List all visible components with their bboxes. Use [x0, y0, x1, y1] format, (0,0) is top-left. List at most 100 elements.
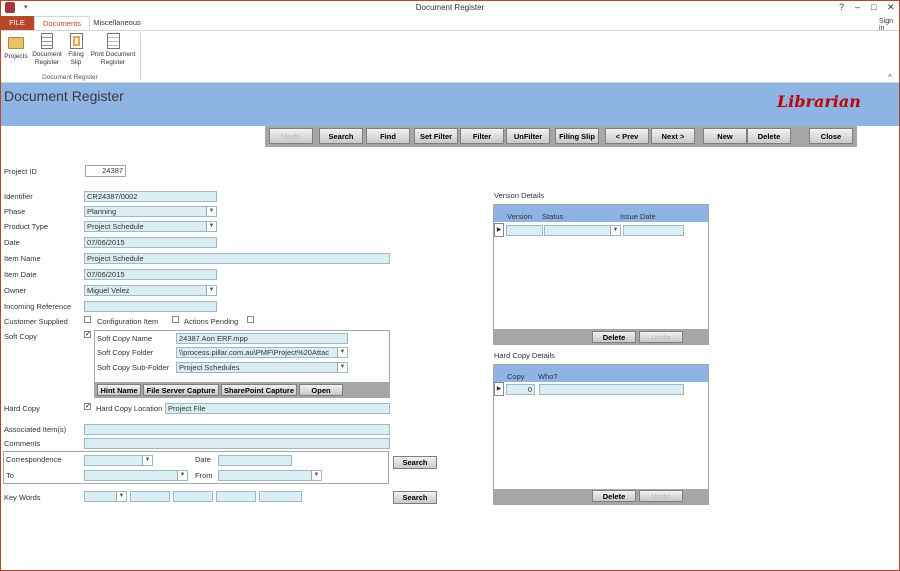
actions-pending-checkbox[interactable]: [247, 316, 254, 323]
maximize-button[interactable]: □: [871, 2, 876, 12]
item-name-label: Item Name: [4, 254, 41, 263]
file-server-capture-button[interactable]: File Server Capture: [143, 384, 219, 396]
set-filter-button[interactable]: Set Filter: [414, 128, 458, 144]
prev-button[interactable]: < Prev: [605, 128, 649, 144]
key-words-select[interactable]: ▼: [84, 491, 127, 502]
status-select[interactable]: ▼: [544, 225, 621, 236]
soft-copy-name-field[interactable]: 24387 Aon ERF.mpp: [176, 333, 348, 344]
filing-slip-label-2: Slip: [70, 59, 82, 66]
chevron-down-icon[interactable]: ▼: [177, 471, 187, 480]
close-form-button[interactable]: Close: [809, 128, 853, 144]
chevron-down-icon[interactable]: ▼: [311, 471, 321, 480]
hint-name-button[interactable]: Hint Name: [97, 384, 141, 396]
chevron-down-icon[interactable]: ▼: [337, 363, 347, 372]
key-word-field-1[interactable]: [130, 491, 170, 502]
who-field[interactable]: [539, 384, 684, 395]
chevron-down-icon[interactable]: ▼: [337, 348, 347, 357]
product-type-value: Project Schedule: [87, 222, 144, 231]
issue-date-column-header: Issue Date: [620, 212, 656, 221]
soft-copy-checkbox[interactable]: ✓: [84, 331, 91, 338]
owner-value: Miguel Velez: [87, 286, 130, 295]
collapse-ribbon-icon[interactable]: ^: [888, 73, 892, 82]
tab-documents[interactable]: Documents: [34, 16, 90, 30]
correspondence-select[interactable]: ▼: [84, 455, 153, 466]
key-word-field-2[interactable]: [173, 491, 213, 502]
record-toolbar: Undo Search Find Set Filter Filter UnFil…: [265, 126, 857, 147]
tab-file[interactable]: FILE: [0, 16, 34, 30]
sharepoint-capture-button[interactable]: SharePoint Capture: [221, 384, 297, 396]
hard-copy-location-field[interactable]: Project File: [165, 403, 390, 414]
document-register-button[interactable]: Document Register: [29, 33, 65, 67]
chevron-down-icon[interactable]: ▼: [206, 207, 216, 216]
identifier-label: Identifier: [4, 192, 33, 201]
hard-copy-undo-button[interactable]: Undo: [639, 490, 683, 502]
version-details-title: Version Details: [494, 191, 545, 200]
find-button[interactable]: Find: [366, 128, 410, 144]
delete-button[interactable]: Delete: [747, 128, 791, 144]
next-button[interactable]: Next >: [651, 128, 695, 144]
date-field[interactable]: 07/06/2015: [84, 237, 217, 248]
configuration-item-checkbox[interactable]: [172, 316, 179, 323]
key-word-field-3[interactable]: [216, 491, 256, 502]
owner-select[interactable]: Miguel Velez ▼: [84, 285, 217, 296]
open-button[interactable]: Open: [299, 384, 343, 396]
unfilter-button[interactable]: UnFilter: [506, 128, 550, 144]
undo-button[interactable]: Undo: [269, 128, 313, 144]
project-id-field[interactable]: 24387: [85, 165, 126, 177]
phase-value: Planning: [87, 207, 117, 216]
item-name-field[interactable]: Project Schedule: [84, 253, 390, 264]
close-button[interactable]: ✕: [887, 2, 895, 13]
key-word-field-4[interactable]: [259, 491, 302, 502]
projects-button[interactable]: Projects: [3, 33, 29, 61]
project-id-label: Project ID: [4, 167, 37, 176]
minimize-button[interactable]: –: [855, 2, 860, 12]
filing-slip-button[interactable]: Filing Slip: [66, 33, 86, 67]
version-delete-button[interactable]: Delete: [592, 331, 636, 343]
customer-supplied-checkbox[interactable]: [84, 316, 91, 323]
chevron-down-icon[interactable]: ▼: [610, 226, 620, 235]
new-button[interactable]: New: [703, 128, 747, 144]
filter-button[interactable]: Filter: [460, 128, 504, 144]
filing-slip-icon: [69, 33, 83, 49]
item-date-field[interactable]: 07/06/2015: [84, 269, 217, 280]
chevron-down-icon[interactable]: ▼: [206, 286, 216, 295]
filing-slip-toolbar-button[interactable]: Filing Slip: [555, 128, 599, 144]
correspondence-search-button[interactable]: Search: [393, 456, 437, 469]
to-label: To: [6, 471, 14, 480]
chevron-down-icon[interactable]: ▼: [142, 456, 152, 465]
hard-copy-location-label: Hard Copy Location: [96, 404, 163, 413]
record-selector-icon[interactable]: ▶: [494, 382, 504, 396]
product-type-select[interactable]: Project Schedule ▼: [84, 221, 217, 232]
correspondence-date-field[interactable]: [218, 455, 292, 466]
hard-copy-checkbox[interactable]: ✓: [84, 403, 91, 410]
phase-select[interactable]: Planning ▼: [84, 206, 217, 217]
copy-field[interactable]: 0: [506, 384, 535, 395]
keywords-search-button[interactable]: Search: [393, 491, 437, 504]
key-words-label: Key Words: [4, 493, 41, 502]
associated-items-label: Associated Item(s): [4, 425, 67, 434]
version-undo-button[interactable]: Undo: [639, 331, 683, 343]
chevron-down-icon[interactable]: ▼: [116, 492, 126, 501]
hard-copy-delete-button[interactable]: Delete: [592, 490, 636, 502]
chevron-down-icon[interactable]: ▼: [206, 222, 216, 231]
from-select[interactable]: ▼: [218, 470, 322, 481]
issue-date-field[interactable]: [623, 225, 684, 236]
soft-copy-folder-select[interactable]: \\process.pillar.com.au\PMF\Project%20At…: [176, 347, 348, 358]
identifier-field[interactable]: CR24387/0002: [84, 191, 217, 202]
ribbon: Projects Document Register Filing Slip P…: [0, 30, 900, 83]
associated-items-field[interactable]: [84, 424, 390, 435]
incoming-reference-field[interactable]: [84, 301, 217, 312]
date-label: Date: [4, 238, 20, 247]
comments-field[interactable]: [84, 438, 390, 449]
search-button[interactable]: Search: [319, 128, 363, 144]
version-field[interactable]: [506, 225, 543, 236]
record-selector-icon[interactable]: ▶: [494, 223, 504, 237]
print-register-label-2: Register: [100, 59, 126, 66]
print-register-label-1: Print Document: [90, 51, 136, 58]
print-document-register-button[interactable]: Print Document Register: [88, 33, 138, 67]
help-button[interactable]: ?: [839, 2, 844, 12]
to-select[interactable]: ▼: [84, 470, 188, 481]
tab-miscellaneous[interactable]: Miscellaneous: [90, 16, 144, 30]
window-title: Document Register: [415, 3, 485, 12]
soft-copy-subfolder-select[interactable]: Project Schedules ▼: [176, 362, 348, 373]
